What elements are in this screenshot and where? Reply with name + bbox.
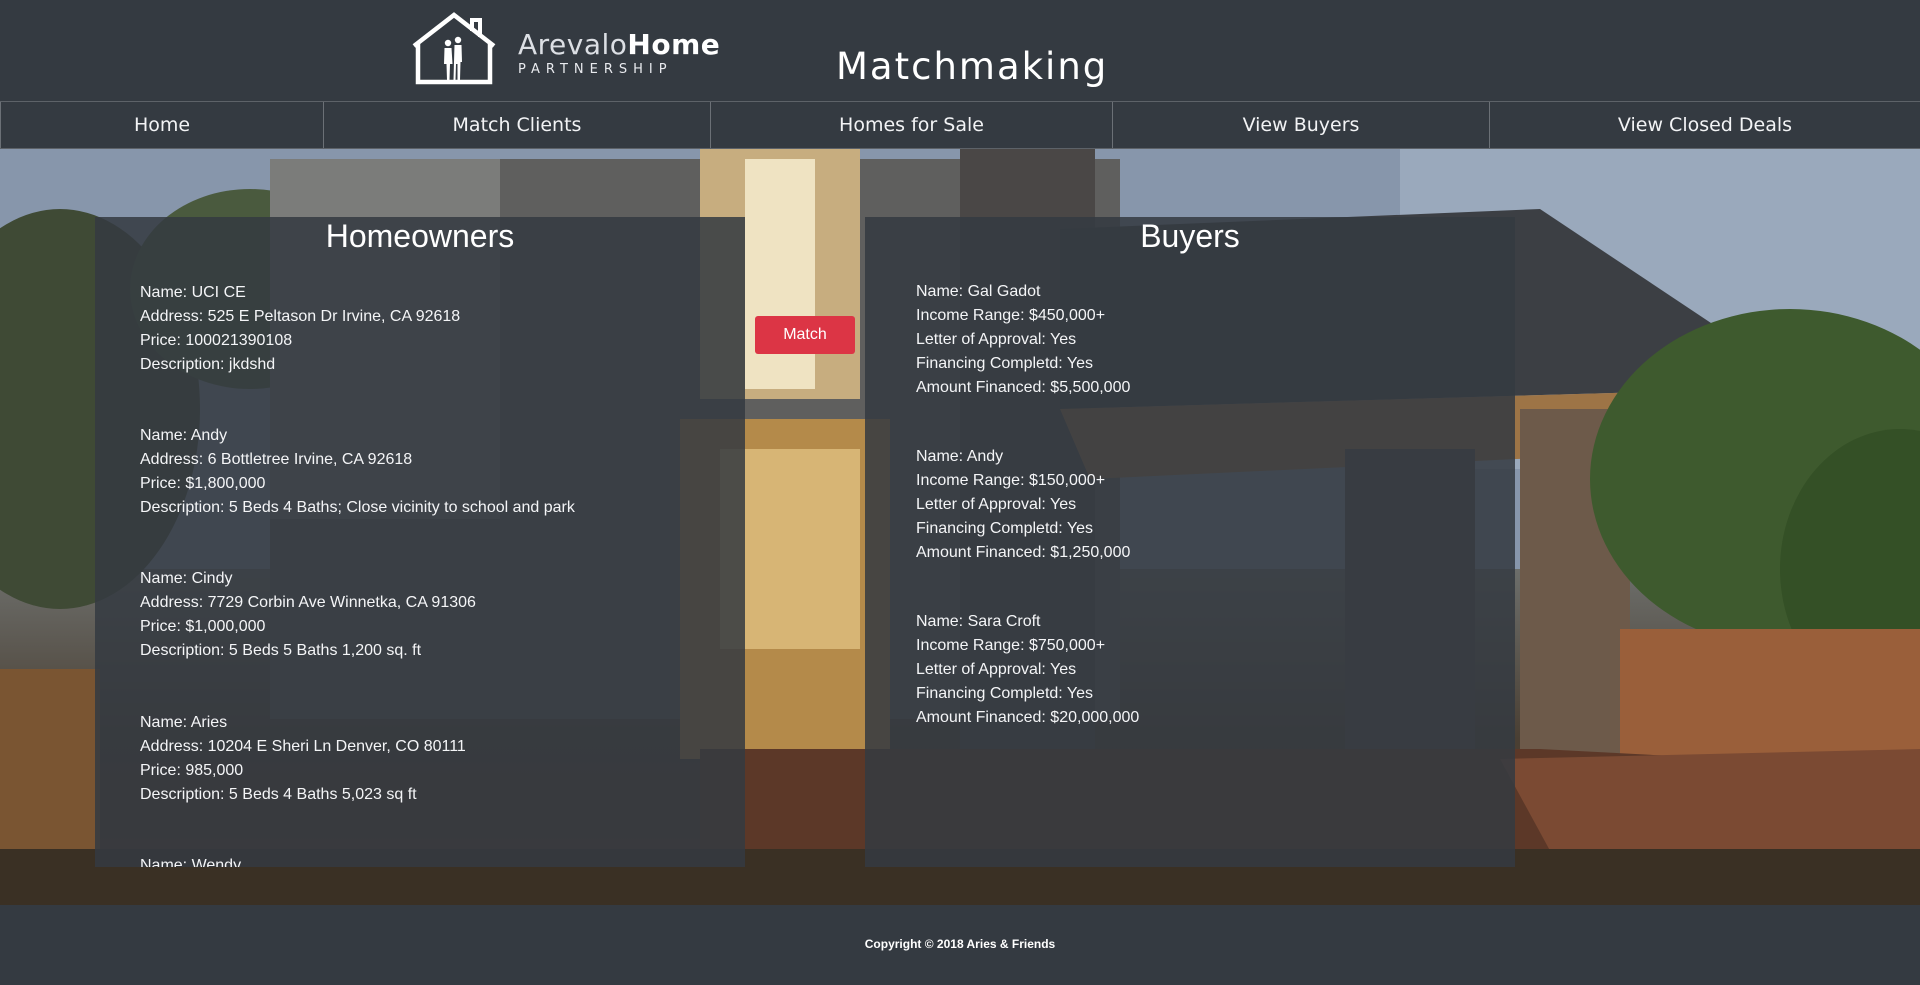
homeowner-name: Name: Aries	[140, 714, 228, 731]
buyer-financing-completed: Financing Completd: Yes	[916, 520, 1093, 537]
buyer-financing-completed: Financing Completd: Yes	[916, 685, 1093, 702]
buyer-name: Name: Sara Croft	[916, 613, 1041, 630]
buyer-letter-of-approval: Letter of Approval: Yes	[916, 331, 1077, 348]
main-nav: Home Match Clients Homes for Sale View B…	[0, 101, 1920, 149]
match-button[interactable]: Match	[755, 316, 855, 354]
buyer-income-range: Income Range: $450,000+	[916, 307, 1106, 324]
homeowner-address: Address: 7729 Corbin Ave Winnetka, CA 91…	[140, 594, 476, 611]
homeowner-price: Price: 985,000	[140, 762, 244, 779]
brand-wordmark: ArevaloHome PARTNERSHIP	[518, 30, 720, 78]
buyer-letter-of-approval: Letter of Approval: Yes	[916, 496, 1077, 513]
buyers-heading: Buyers	[1140, 218, 1240, 254]
buyers-panel[interactable]: Buyers Name: Gal Gadot Income Range: $45…	[865, 217, 1515, 867]
buyer-name: Name: Gal Gadot	[916, 283, 1041, 300]
homeowner-description: Description: 5 Beds 4 Baths 5,023 sq ft	[140, 786, 417, 803]
nav-item-view-closed-deals[interactable]: View Closed Deals	[1489, 102, 1920, 148]
homeowner-price: Price: $1,800,000	[140, 475, 266, 492]
site-header: ArevaloHome PARTNERSHIP Matchmaking	[0, 0, 1920, 101]
nav-item-match-clients[interactable]: Match Clients	[323, 102, 710, 148]
homeowner-price: Price: 100021390108	[140, 332, 293, 349]
homeowner-item: Name: Andy Address: 6 Bottletree Irvine,…	[140, 424, 575, 520]
homeowner-price: Price: $1,000,000	[140, 618, 266, 635]
brand-name: ArevaloHome	[518, 28, 721, 61]
brand-logo[interactable]: ArevaloHome PARTNERSHIP	[408, 12, 720, 87]
homeowner-address: Address: 6 Bottletree Irvine, CA 92618	[140, 451, 413, 468]
copyright-text: Copyright © 2018 Aries & Friends	[864, 936, 1056, 951]
homeowner-address: Address: 10204 E Sheri Ln Denver, CO 801…	[140, 738, 466, 755]
homeowner-name: Name: Cindy	[140, 570, 233, 587]
homeowner-name: Name: Wendy	[140, 857, 242, 867]
homeowner-item: Name: Aries Address: 10204 E Sheri Ln De…	[140, 711, 466, 807]
nav-item-home[interactable]: Home	[0, 102, 323, 148]
homeowner-address: Address: 525 E Peltason Dr Irvine, CA 92…	[140, 308, 461, 325]
house-logo-icon	[412, 12, 496, 85]
buyer-amount-financed: Amount Financed: $5,500,000	[916, 379, 1131, 396]
buyer-financing-completed: Financing Completd: Yes	[916, 355, 1093, 372]
homeowner-name: Name: UCI CE	[140, 284, 246, 301]
buyer-income-range: Income Range: $750,000+	[916, 637, 1106, 654]
homeowner-name: Name: Andy	[140, 427, 228, 444]
buyer-letter-of-approval: Letter of Approval: Yes	[916, 661, 1077, 678]
nav-item-homes-for-sale[interactable]: Homes for Sale	[710, 102, 1112, 148]
nav-item-view-buyers[interactable]: View Buyers	[1112, 102, 1489, 148]
page-title: Matchmaking	[836, 45, 1109, 88]
homeowners-heading: Homeowners	[325, 218, 515, 254]
buyer-income-range: Income Range: $150,000+	[916, 472, 1106, 489]
buyer-amount-financed: Amount Financed: $20,000,000	[916, 709, 1140, 726]
buyer-item: Name: Sara Croft Income Range: $750,000+…	[916, 610, 1139, 730]
homeowner-description: Description: 5 Beds 5 Baths 1,200 sq. ft	[140, 642, 422, 659]
homeowner-description: Description: 5 Beds 4 Baths; Close vicin…	[140, 499, 575, 516]
homeowner-item: Name: Cindy Address: 7729 Corbin Ave Win…	[140, 567, 476, 663]
brand-tagline: PARTNERSHIP	[518, 62, 673, 77]
buyer-item: Name: Andy Income Range: $150,000+ Lette…	[916, 445, 1130, 565]
homeowner-item: Name: Wendy	[140, 854, 241, 867]
homeowner-item: Name: UCI CE Address: 525 E Peltason Dr …	[140, 281, 460, 377]
site-footer: Copyright © 2018 Aries & Friends	[0, 905, 1920, 985]
homeowners-panel[interactable]: Homeowners Name: UCI CE Address: 525 E P…	[95, 217, 745, 867]
buyer-name: Name: Andy	[916, 448, 1004, 465]
homeowner-description: Description: jkdshd	[140, 356, 276, 373]
buyer-amount-financed: Amount Financed: $1,250,000	[916, 544, 1131, 561]
buyer-item: Name: Gal Gadot Income Range: $450,000+ …	[916, 280, 1130, 400]
